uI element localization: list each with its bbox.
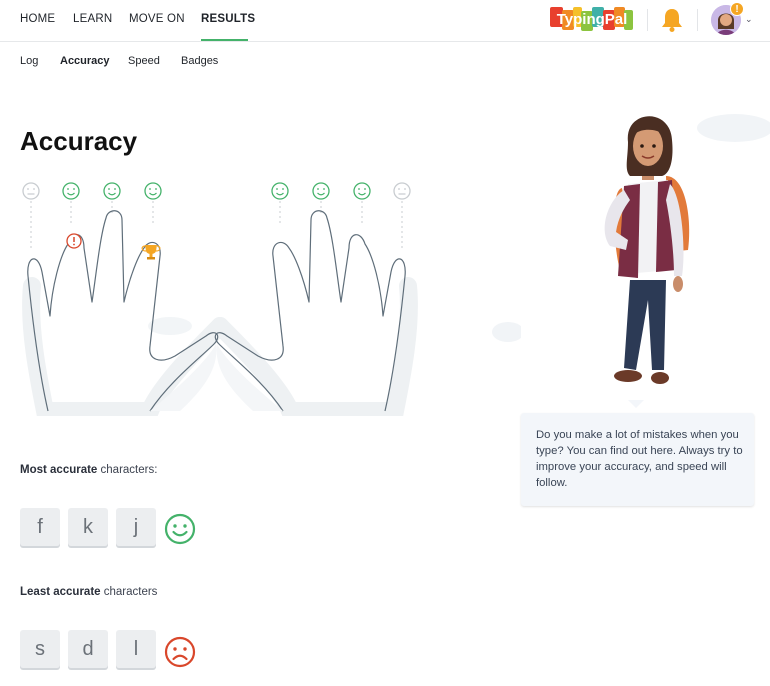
warning-icon — [66, 233, 82, 249]
neutral-face-icon — [393, 182, 411, 200]
top-navigation: HOME LEARN MOVE ON RESULTS TypingPal ! ⌄ — [0, 0, 770, 42]
neutral-face-icon — [22, 182, 40, 200]
character-illustration — [492, 114, 770, 415]
page-title: Accuracy — [20, 126, 138, 156]
tip-text: Do you make a lot of mistakes when you t… — [536, 429, 743, 489]
bell-icon[interactable] — [660, 7, 684, 33]
key-cap: k — [68, 508, 108, 546]
most-accurate-label: Most accurate characters: — [20, 464, 157, 476]
tip-card: Do you make a lot of mistakes when you t… — [521, 413, 754, 506]
nav-move-on[interactable]: MOVE ON — [129, 13, 185, 25]
happy-face-icon — [353, 182, 371, 200]
happy-face-icon — [271, 182, 289, 200]
nav-home[interactable]: HOME — [20, 13, 55, 25]
chevron-down-icon[interactable]: ⌄ — [745, 14, 753, 25]
key-cap: f — [20, 508, 60, 546]
tab-accuracy[interactable]: Accuracy — [60, 55, 110, 67]
typingpal-logo[interactable]: TypingPal — [550, 4, 634, 34]
most-accurate-label-bold: Most accurate — [20, 464, 98, 476]
least-accurate-label: Least accurate characters — [20, 586, 157, 598]
key-cap: d — [68, 630, 108, 668]
nav-learn[interactable]: LEARN — [73, 13, 112, 25]
key-cap: l — [116, 630, 156, 668]
alert-badge: ! — [730, 2, 744, 16]
happy-face-icon — [164, 513, 196, 545]
tab-speed[interactable]: Speed — [128, 55, 160, 67]
least-accurate-label-bold: Least accurate — [20, 586, 101, 598]
hands-diagram — [22, 182, 418, 416]
happy-face-icon — [62, 182, 80, 200]
nav-results[interactable]: RESULTS — [201, 13, 255, 25]
most-accurate-label-rest: characters: — [97, 464, 158, 476]
nav-divider — [697, 9, 698, 31]
tab-log[interactable]: Log — [20, 55, 38, 67]
active-nav-indicator — [201, 39, 248, 41]
nav-divider — [647, 9, 648, 31]
key-cap: s — [20, 630, 60, 668]
key-cap: j — [116, 508, 156, 546]
tab-badges[interactable]: Badges — [181, 55, 218, 67]
sad-face-icon — [164, 636, 196, 668]
logo-text: TypingPal — [557, 11, 628, 28]
least-accurate-label-rest: characters — [100, 586, 158, 598]
happy-face-icon — [103, 182, 121, 200]
happy-face-icon — [144, 182, 162, 200]
happy-face-icon — [312, 182, 330, 200]
